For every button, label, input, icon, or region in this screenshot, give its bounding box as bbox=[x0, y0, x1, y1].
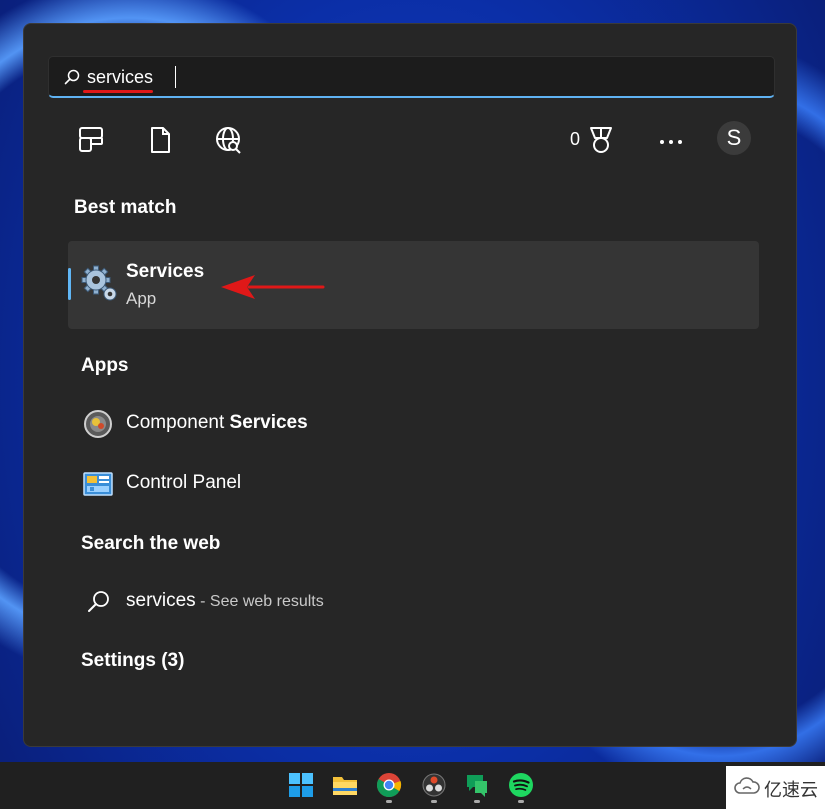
search-icon bbox=[64, 69, 80, 85]
windows-icon[interactable] bbox=[288, 772, 314, 798]
spotify-icon[interactable] bbox=[508, 772, 534, 798]
apps-heading: Apps bbox=[81, 355, 129, 376]
search-input[interactable]: services bbox=[48, 56, 775, 98]
running-indicator bbox=[431, 800, 437, 803]
gears-icon bbox=[81, 265, 117, 301]
more-options-icon[interactable] bbox=[656, 127, 686, 157]
chat-icon[interactable] bbox=[464, 772, 490, 798]
app-result-label: Component Services bbox=[126, 412, 308, 433]
running-indicator bbox=[474, 800, 480, 803]
app-result-control-panel[interactable]: Control Panel bbox=[82, 466, 742, 502]
web-search-result[interactable]: services - See web results bbox=[82, 584, 742, 620]
file-explorer-icon[interactable] bbox=[332, 772, 358, 798]
watermark-logo: 亿速云 bbox=[726, 766, 825, 809]
component-services-icon bbox=[84, 410, 112, 438]
chrome-icon[interactable] bbox=[376, 772, 402, 798]
best-match-type: App bbox=[126, 289, 157, 308]
medal-icon[interactable] bbox=[586, 125, 616, 155]
web-result-label: services - See web results bbox=[126, 590, 324, 611]
user-avatar[interactable]: S bbox=[717, 121, 751, 155]
annotation-arrow bbox=[221, 275, 325, 299]
documents-filter-icon[interactable] bbox=[145, 125, 175, 155]
text-caret bbox=[175, 66, 176, 88]
settings-heading: Settings (3) bbox=[81, 650, 185, 671]
taskbar bbox=[0, 762, 825, 809]
web-filter-icon[interactable] bbox=[213, 125, 243, 155]
apps-filter-icon[interactable] bbox=[76, 125, 106, 155]
best-match-name: Services bbox=[126, 261, 205, 282]
app-result-label: Control Panel bbox=[126, 472, 242, 493]
search-web-heading: Search the web bbox=[81, 533, 221, 554]
davinci-icon[interactable] bbox=[421, 772, 447, 798]
watermark-text: 亿速云 bbox=[764, 780, 818, 800]
cloud-logo-icon bbox=[734, 777, 760, 794]
selection-indicator bbox=[68, 268, 71, 300]
app-result-component-services[interactable]: Component Services bbox=[82, 406, 742, 442]
annotation-underline bbox=[83, 90, 153, 93]
best-match-result[interactable]: Services App bbox=[68, 241, 759, 329]
search-icon bbox=[88, 591, 109, 612]
search-panel: services 0 S Best match Services App App… bbox=[23, 23, 797, 747]
control-panel-icon bbox=[83, 472, 113, 496]
best-match-heading: Best match bbox=[74, 197, 177, 218]
running-indicator bbox=[386, 800, 392, 803]
rewards-points: 0 bbox=[570, 129, 581, 149]
search-query-text: services bbox=[87, 67, 154, 87]
running-indicator bbox=[518, 800, 524, 803]
